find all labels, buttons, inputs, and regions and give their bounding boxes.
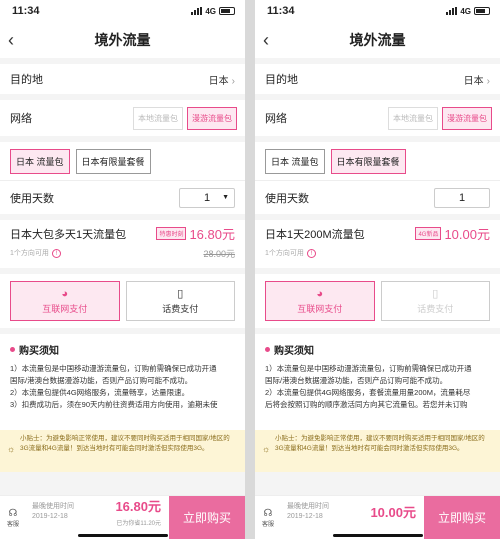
headset-icon: ☊ bbox=[263, 507, 273, 519]
network-label: 网络 bbox=[265, 113, 287, 125]
phone-icon: ▯ bbox=[432, 288, 439, 300]
product-scope: 1个方向可用 bbox=[10, 250, 49, 257]
days-select[interactable]: 1 bbox=[434, 187, 490, 208]
bottom-bar: ☊ 客服 最晚使用时间 2019-12-18 16.80元 已为你省11.20元 … bbox=[0, 495, 245, 539]
tip-banner: ☼ 小贴士：为避免影响正常使用，建议不要同时购买适用于相同国家/地区的3G流量和… bbox=[0, 430, 245, 472]
customer-service-button[interactable]: ☊ 客服 bbox=[0, 508, 26, 528]
network-label: 网络 bbox=[10, 113, 32, 125]
tip-text: 小贴士：为避免影响正常使用，建议不要同时购买适用于相同国家/地区的3G流量和4G… bbox=[20, 435, 230, 452]
bullet-icon bbox=[10, 347, 15, 352]
network-row: 网络 本地流量包 漫游流量包 bbox=[255, 100, 500, 136]
destination-label: 目的地 bbox=[265, 74, 298, 86]
page-title: 境外流量 bbox=[349, 32, 406, 48]
internet-pay-button[interactable]: ◕ 互联网支付 bbox=[10, 281, 120, 321]
notice-line: 3）扣费成功后，须在90天内前往资费适用方向使用，逾期未使 bbox=[10, 400, 218, 409]
buy-now-button[interactable]: 立即购买 bbox=[169, 495, 245, 539]
destination-value: 日本 bbox=[208, 75, 229, 87]
destination-label: 目的地 bbox=[10, 74, 43, 86]
package-option-data[interactable]: 日本 流量包 bbox=[10, 148, 70, 174]
package-option-data[interactable]: 日本 流量包 bbox=[265, 148, 325, 174]
network-type: 4G bbox=[460, 6, 471, 16]
notice-line: 2）本流量包提供4G网络服务，套餐流量用量200M，流量耗尽 bbox=[265, 388, 471, 397]
saved-amount: 已为你省11.20元 bbox=[116, 520, 161, 527]
product-price: 16.80元 bbox=[189, 227, 235, 242]
bullet-icon bbox=[265, 347, 270, 352]
roaming-package-option[interactable]: 漫游流量包 bbox=[442, 106, 492, 130]
network-row: 网络 本地流量包 漫游流量包 bbox=[0, 100, 245, 136]
dropdown-icon: ▼ bbox=[222, 194, 229, 201]
notice-line: 后将会按照订购的顺序激活同方向其它流量包。若您并未订购 bbox=[265, 400, 468, 409]
nav-bar: ‹ 境外流量 bbox=[255, 22, 500, 58]
tip-text: 小贴士：为避免影响正常使用，建议不要同时购买适用于相同国家/地区的3G流量和4G… bbox=[275, 435, 485, 452]
status-time: 11:34 bbox=[267, 5, 295, 17]
local-package-option[interactable]: 本地流量包 bbox=[388, 106, 438, 130]
status-bar: 11:34 4G bbox=[255, 0, 500, 22]
chevron-right-icon: › bbox=[231, 75, 235, 87]
product-price: 10.00元 bbox=[444, 227, 490, 242]
lightbulb-icon: ☼ bbox=[262, 444, 271, 454]
roaming-package-option[interactable]: 漫游流量包 bbox=[187, 106, 237, 130]
product-card: 日本大包多天1天流量包 1个方向可用! 特惠时刻 16.80元 28.00元 bbox=[0, 220, 245, 268]
destination-value: 日本 bbox=[463, 75, 484, 87]
page-title: 境外流量 bbox=[94, 32, 151, 48]
days-label: 使用天数 bbox=[10, 192, 54, 205]
back-icon[interactable]: ‹ bbox=[8, 30, 14, 51]
headset-icon: ☊ bbox=[8, 507, 18, 519]
days-row: 使用天数 1 bbox=[255, 180, 500, 214]
package-selector: 日本 流量包 日本有限量套餐 bbox=[0, 142, 245, 180]
home-indicator bbox=[332, 534, 423, 537]
notice-title: 购买须知 bbox=[19, 346, 59, 357]
days-row: 使用天数 1 ▼ bbox=[0, 180, 245, 214]
destination-row[interactable]: 目的地 日本 › bbox=[0, 64, 245, 94]
nav-bar: ‹ 境外流量 bbox=[0, 22, 245, 58]
total-price: 16.80元 bbox=[115, 498, 161, 514]
wallet-icon: ◕ bbox=[61, 287, 69, 300]
status-bar: 11:34 4G bbox=[0, 0, 245, 22]
days-label: 使用天数 bbox=[265, 192, 309, 205]
days-select[interactable]: 1 ▼ bbox=[179, 187, 235, 208]
internet-pay-button[interactable]: ◕ 互联网支付 bbox=[265, 281, 375, 321]
payment-methods: ◕ 互联网支付 ▯ 话费支付 bbox=[255, 274, 500, 328]
left-screen: 11:34 4G ‹ 境外流量 目的地 日本 › 网络 本地流量包 漫游流量包 日… bbox=[0, 0, 245, 539]
home-indicator bbox=[77, 534, 168, 537]
notice-line: 国际/港澳台数据漫游功能，否则产品订购可能不成功。 bbox=[265, 376, 448, 385]
lightbulb-icon: ☼ bbox=[7, 444, 16, 454]
info-icon[interactable]: ! bbox=[51, 248, 61, 258]
bottom-bar: ☊ 客服 最晚使用时间 2019-12-18 10.00元 立即购买 bbox=[255, 495, 500, 539]
notice-line: 1）本流量包是中国移动漫游流量包，订购前需确保已成功开通 bbox=[265, 364, 472, 373]
signal-icon bbox=[446, 7, 458, 15]
package-option-limited[interactable]: 日本有限量套餐 bbox=[330, 148, 406, 174]
notice-line: 1）本流量包是中国移动漫游流量包，订购前需确保已成功开通 bbox=[10, 364, 217, 373]
package-option-limited[interactable]: 日本有限量套餐 bbox=[75, 148, 151, 174]
battery-icon bbox=[219, 7, 235, 15]
total-price: 10.00元 bbox=[370, 504, 416, 520]
signal-icon bbox=[191, 7, 203, 15]
payment-methods: ◕ 互联网支付 ▯ 话费支付 bbox=[0, 274, 245, 328]
package-selector: 日本 流量包 日本有限量套餐 bbox=[255, 142, 500, 180]
buy-now-button[interactable]: 立即购买 bbox=[424, 495, 500, 539]
chevron-right-icon: › bbox=[486, 75, 490, 87]
battery-icon bbox=[474, 7, 490, 15]
phone-bill-pay-button[interactable]: ▯ 话费支付 bbox=[125, 281, 235, 321]
notice-line: 2）本流量包提供4G网络服务，流量畅享，达量限速。 bbox=[10, 388, 190, 397]
customer-service-button[interactable]: ☊ 客服 bbox=[255, 508, 281, 528]
status-time: 11:34 bbox=[12, 5, 40, 17]
promo-tag: 4G新品 bbox=[415, 227, 442, 240]
info-icon[interactable]: ! bbox=[306, 248, 316, 258]
local-package-option[interactable]: 本地流量包 bbox=[133, 106, 183, 130]
tip-banner: ☼ 小贴士：为避免影响正常使用，建议不要同时购买适用于相同国家/地区的3G流量和… bbox=[255, 430, 500, 472]
product-card: 日本1天200M流量包 1个方向可用! 4G新品 10.00元 bbox=[255, 220, 500, 268]
original-price: 28.00元 bbox=[203, 249, 235, 259]
network-type: 4G bbox=[205, 6, 216, 16]
product-scope: 1个方向可用 bbox=[265, 250, 304, 257]
phone-bill-pay-button[interactable]: ▯ 话费支付 bbox=[380, 281, 490, 321]
phone-icon: ▯ bbox=[177, 288, 184, 300]
notice-title: 购买须知 bbox=[274, 346, 314, 357]
back-icon[interactable]: ‹ bbox=[263, 30, 269, 51]
right-screen: 11:34 4G ‹ 境外流量 目的地 日本 › 网络 本地流量包 漫游流量包 日… bbox=[255, 0, 500, 539]
wallet-icon: ◕ bbox=[316, 287, 324, 300]
promo-tag: 特惠时刻 bbox=[156, 227, 187, 240]
destination-row[interactable]: 目的地 日本 › bbox=[255, 64, 500, 94]
notice-line: 国际/港澳台数据漫游功能，否则产品订购可能不成功。 bbox=[10, 376, 193, 385]
